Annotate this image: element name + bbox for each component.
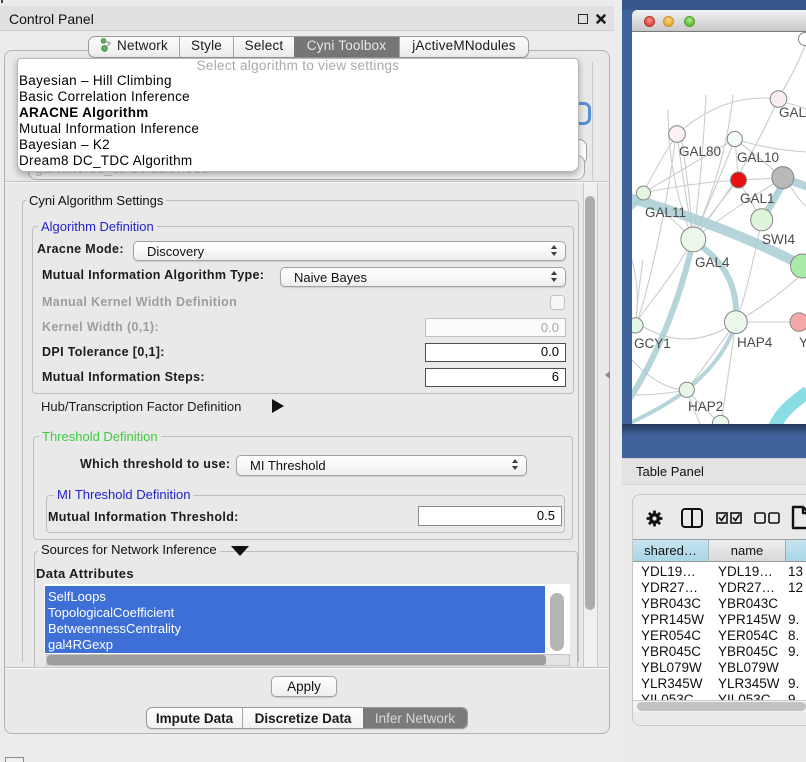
svg-text:GAL4: GAL4 [695, 255, 730, 270]
svg-text:Y: Y [799, 335, 806, 350]
svg-text:HAP4: HAP4 [737, 335, 773, 350]
svg-text:GAL1: GAL1 [740, 191, 775, 206]
svg-text:GAL80: GAL80 [679, 144, 721, 159]
svg-text:GAL10: GAL10 [737, 150, 779, 165]
svg-text:GAL11: GAL11 [645, 205, 686, 220]
svg-text:HAP2: HAP2 [688, 399, 723, 414]
svg-text:SWI4: SWI4 [762, 232, 795, 247]
svg-text:GAL7: GAL7 [779, 105, 806, 120]
svg-text:GCY1: GCY1 [634, 336, 671, 351]
